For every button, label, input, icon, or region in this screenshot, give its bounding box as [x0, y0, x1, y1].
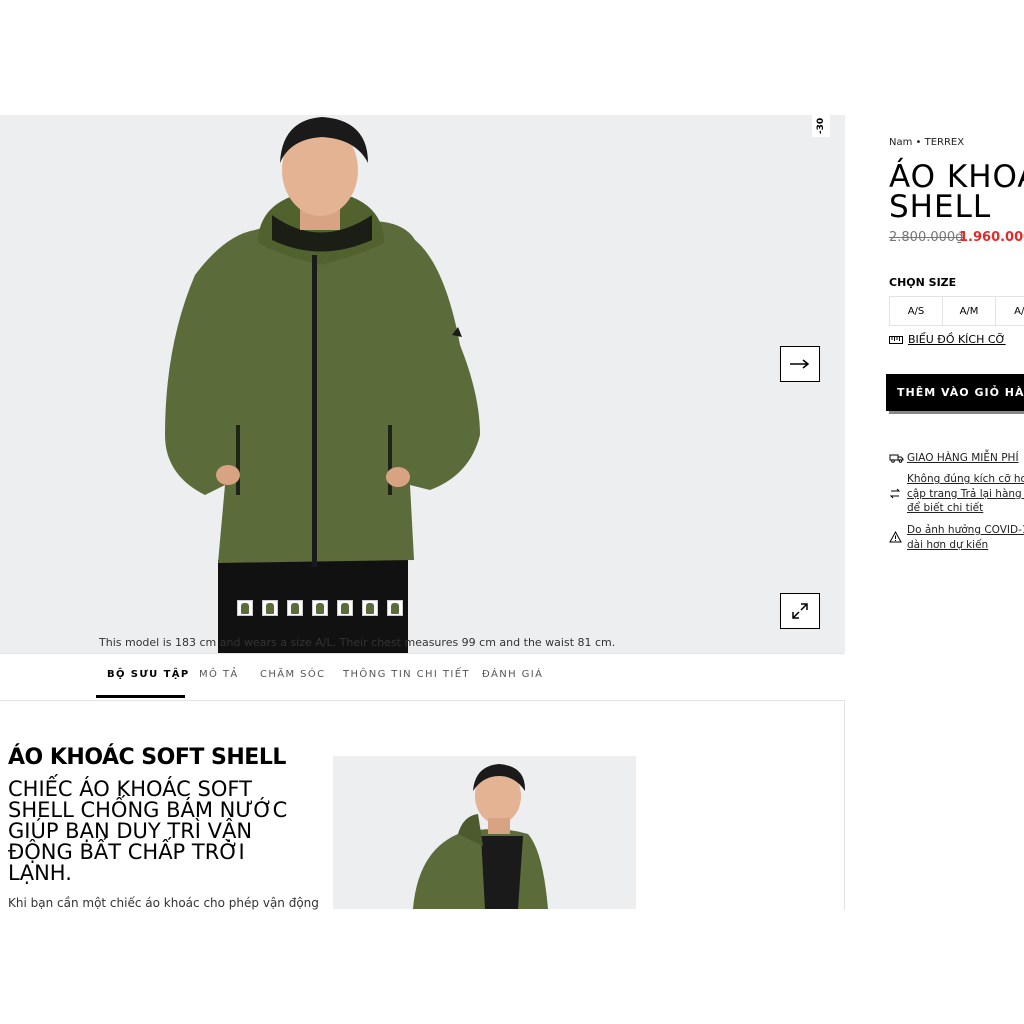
expand-icon [792, 603, 808, 619]
discount-badge: -30 [812, 115, 830, 137]
free-shipping-label: GIAO HÀNG MIỄN PHÍ [907, 452, 1019, 464]
product-title-line-1: ÁO KHOÁC [889, 159, 1024, 195]
collection-image [333, 756, 636, 909]
size-label: CHỌN SIZE [889, 276, 957, 289]
description-title: ÁO KHOÁC SOFT SHELL [8, 745, 286, 770]
size-option[interactable]: A/S [889, 296, 943, 326]
thumbnail-strip [237, 600, 403, 618]
tab-collection[interactable]: BỘ SƯU TẬP [107, 669, 190, 680]
tab-details[interactable]: THÔNG TIN CHI TIẾT [343, 669, 470, 680]
arrow-right-icon [790, 359, 810, 369]
size-option[interactable]: A/L [995, 296, 1024, 326]
product-image [165, 117, 480, 653]
size-option[interactable]: A/M [942, 296, 996, 326]
returns-line-1: Không đúng kích cỡ hoặc [907, 473, 1024, 485]
tab-description[interactable]: MÔ TẢ [199, 669, 239, 680]
thumbnail[interactable] [362, 600, 378, 616]
active-tab-indicator [96, 695, 185, 698]
product-gallery [0, 115, 845, 653]
truck-icon [889, 454, 904, 463]
next-image-button[interactable] [780, 346, 820, 382]
model-caption: This model is 183 cm and wears a size A/… [99, 636, 616, 649]
returns-line-3: để biết chi tiết [907, 502, 984, 514]
product-title: ÁO KHOÁC SHELL [889, 159, 1024, 225]
discount-badge-text: -30 [815, 117, 826, 135]
tab-reviews[interactable]: ĐÁNH GIÁ [482, 669, 543, 680]
thumbnail[interactable] [262, 600, 278, 616]
size-chart-link[interactable]: BIỂU ĐỒ KÍCH CỠ [889, 333, 1006, 346]
thumbnail[interactable] [287, 600, 303, 616]
sale-price: 1.960.000₫ [959, 230, 1024, 245]
thumbnail[interactable] [387, 600, 403, 616]
size-selector: A/S A/M A/L [889, 296, 1024, 326]
thumbnail[interactable] [337, 600, 353, 616]
description-subtitle: CHIẾC ÁO KHOÁC SOFT SHELL CHỐNG BÁM NƯỚC… [8, 777, 288, 885]
thumbnail[interactable] [237, 600, 253, 616]
product-title-line-2: SHELL [889, 189, 992, 225]
description-body: Khi bạn cần một chiếc áo khoác cho phép … [8, 896, 319, 910]
breadcrumb: Nam • TERREX [889, 137, 965, 148]
returns-line-2: cập trang Trả lại hàng & [907, 487, 1024, 500]
covid-notice[interactable]: Do ảnh hưởng COVID-19 dài hơn dự kiến [907, 523, 1024, 552]
expand-gallery-button[interactable] [780, 593, 820, 629]
warning-icon [889, 531, 902, 543]
tab-care[interactable]: CHĂM SÓC [260, 669, 326, 680]
return-icon [889, 488, 901, 499]
ruler-icon [889, 335, 903, 344]
covid-line-2: dài hơn dự kiến [907, 538, 989, 551]
covid-line-1: Do ảnh hưởng COVID-19 [907, 524, 1024, 536]
add-to-cart-button[interactable]: THÊM VÀO GIỎ HÀNG [886, 374, 1024, 411]
size-chart-label: BIỂU ĐỒ KÍCH CỠ [908, 333, 1006, 346]
original-price: 2.800.000₫ [889, 230, 964, 245]
divider [844, 700, 845, 910]
returns-info[interactable]: Không đúng kích cỡ hoặc cập trang Trả lạ… [907, 472, 1024, 516]
thumbnail[interactable] [312, 600, 328, 616]
free-shipping-link[interactable]: GIAO HÀNG MIỄN PHÍ [907, 451, 1019, 466]
